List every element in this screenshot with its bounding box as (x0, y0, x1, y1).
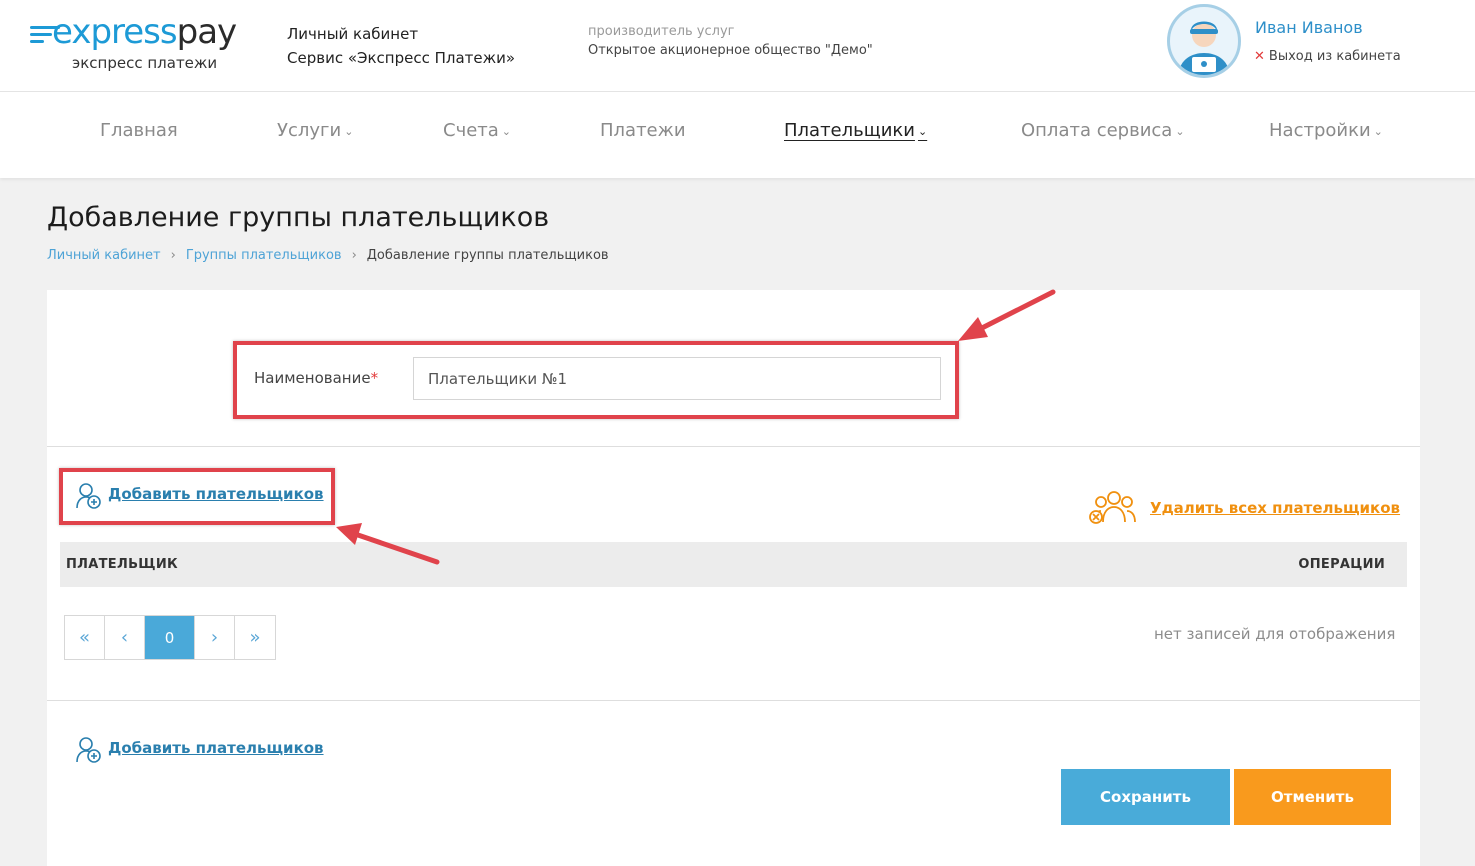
chevron-down-icon: ⌄ (344, 124, 354, 138)
nav-item-service-payment[interactable]: Оплата сервиса ⌄ (1021, 120, 1185, 141)
provider-label: производитель услуг (588, 24, 735, 39)
chevron-down-icon: ⌄ (501, 124, 512, 138)
name-label: Наименование* (254, 369, 379, 387)
last-page-icon[interactable]: » (235, 616, 275, 659)
cabinet-line1: Личный кабинет (287, 25, 419, 43)
expresspay-logo[interactable]: expresspay экспресс платежи (30, 12, 260, 76)
required-mark: * (370, 369, 379, 387)
delete-all-payers-link[interactable]: Удалить всех плательщиков (1150, 499, 1400, 517)
nav-item-services[interactable]: Услуги ⌄ (277, 120, 353, 141)
section-divider (47, 700, 1420, 701)
current-page[interactable]: 0 (145, 616, 195, 659)
breadcrumb: Личный кабинет › Группы плательщиков › Добав… (47, 248, 609, 263)
header: expresspay экспресс платежи Личный кабин… (0, 0, 1475, 92)
add-payers-link-top[interactable]: Добавить плательщиков (76, 483, 324, 509)
nav-label: Плательщики (784, 120, 915, 141)
column-header-payer[interactable]: ПЛАТЕЛЬЩИК (66, 557, 178, 572)
logout-link[interactable]: ✕ Выход из кабинета (1254, 49, 1401, 64)
breadcrumb-separator-icon: › (170, 248, 176, 263)
chevron-down-icon: ⌄ (1175, 124, 1185, 138)
chevron-down-icon: ⌄ (917, 124, 928, 138)
close-icon: ✕ (1254, 49, 1265, 64)
nav-item-main[interactable]: Главная (100, 120, 178, 141)
cabinet-line2: Сервис «Экспресс Платежи» (287, 49, 516, 67)
add-payers-label: Добавить плательщиков (108, 739, 324, 757)
prev-page-icon[interactable]: ‹ (105, 616, 145, 659)
cabinet-title: Личный кабинет Сервис «Экспресс Платежи» (287, 22, 515, 70)
section-divider (47, 446, 1420, 447)
avatar[interactable] (1167, 4, 1241, 78)
first-page-icon[interactable]: « (65, 616, 105, 659)
table-header: ПЛАТЕЛЬЩИК ОПЕРАЦИИ (60, 542, 1407, 587)
provider-value: Открытое акционерное общество "Демо" (588, 43, 873, 58)
group-form-card: Наименование* Добавить плательщиков Удал… (47, 290, 1420, 866)
add-user-icon (76, 737, 101, 763)
nav-label: Платежи (600, 120, 686, 141)
page-title: Добавление группы плательщиков (47, 202, 550, 233)
save-button[interactable]: Сохранить (1061, 769, 1230, 825)
user-avatar-icon (1178, 21, 1230, 75)
nav-label: Счета (443, 120, 499, 141)
nav-item-payments[interactable]: Платежи (600, 120, 686, 141)
nav-item-payers[interactable]: Плательщики ⌄ (784, 120, 927, 141)
delete-group-icon (1089, 491, 1136, 524)
logo-wordmark: expresspay (52, 12, 237, 52)
column-header-operations: ОПЕРАЦИИ (1298, 557, 1385, 572)
pagination: « ‹ 0 › » (64, 615, 276, 660)
breadcrumb-link-cabinet[interactable]: Личный кабинет (47, 248, 161, 263)
logo-subtitle: экспресс платежи (72, 54, 218, 72)
logout-label: Выход из кабинета (1268, 49, 1401, 64)
name-input[interactable] (413, 357, 941, 400)
nav-item-invoices[interactable]: Счета ⌄ (443, 120, 511, 141)
next-page-icon[interactable]: › (195, 616, 235, 659)
breadcrumb-link-groups[interactable]: Группы плательщиков (186, 248, 342, 263)
provider-info: производитель услуг Открытое акционерное… (588, 22, 873, 60)
breadcrumb-current: Добавление группы плательщиков (366, 248, 609, 263)
breadcrumb-separator-icon: › (351, 248, 357, 263)
add-payers-link-bottom[interactable]: Добавить плательщиков (76, 737, 324, 763)
nav-label: Главная (100, 120, 178, 141)
nav-item-settings[interactable]: Настройки ⌄ (1269, 120, 1383, 141)
main-nav: Главная Услуги ⌄ Счета ⌄ Платежи Плательщи… (0, 92, 1475, 178)
nav-label: Оплата сервиса (1021, 120, 1173, 141)
chevron-down-icon: ⌄ (1373, 124, 1383, 138)
empty-table-message: нет записей для отображения (1154, 625, 1396, 643)
add-payers-label: Добавить плательщиков (108, 485, 324, 503)
cancel-button[interactable]: Отменить (1234, 769, 1391, 825)
nav-label: Настройки (1269, 120, 1371, 141)
user-name-link[interactable]: Иван Иванов (1255, 18, 1363, 37)
nav-label: Услуги (277, 120, 342, 141)
add-user-icon (76, 483, 101, 509)
